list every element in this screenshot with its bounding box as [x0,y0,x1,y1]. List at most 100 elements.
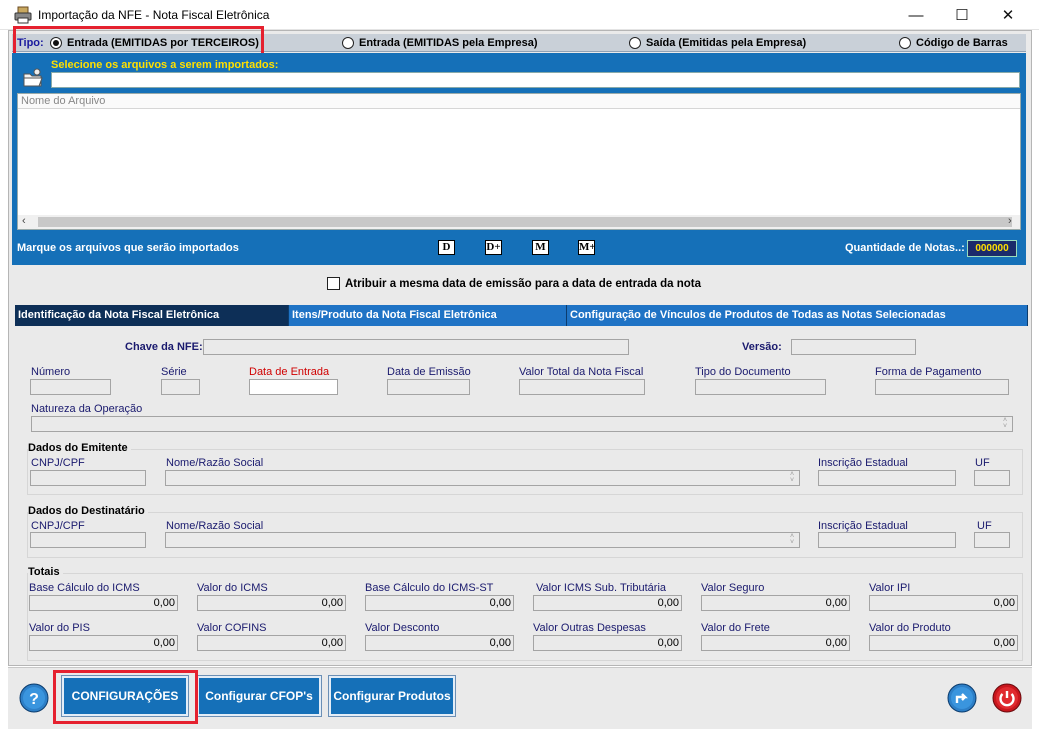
total-value-field[interactable]: 0,00 [701,635,850,651]
emitente-nome-field[interactable]: ˄ ˅ [165,470,800,486]
versao-field[interactable] [791,339,916,355]
natureza-scroll-stepper[interactable]: ˄ ˅ [999,417,1011,430]
configurar-produtos-button[interactable]: Configurar Produtos [328,675,456,717]
tab-bar: Identificação da Nota Fiscal Eletrônica … [15,305,1028,326]
tipo-documento-label: Tipo do Documento [695,366,791,378]
total-label: Valor ICMS Sub. Tributária [536,582,667,594]
tab-configuracao-vinculos[interactable]: Configuração de Vínculos de Produtos de … [567,305,1028,326]
destinatario-nome-field[interactable]: ˄ ˅ [165,532,800,548]
emitente-cnpj-field[interactable] [30,470,146,486]
destinatario-cnpj-field[interactable] [30,532,146,548]
svg-text:?: ? [29,691,39,708]
destinatario-uf-field[interactable] [974,532,1010,548]
destinatario-cnpj-label: CNPJ/CPF [31,520,85,532]
close-button[interactable]: ✕ [985,0,1031,30]
marcar-todos-button[interactable]: M+ [578,240,596,255]
destinatario-ie-label: Inscrição Estadual [818,520,908,532]
radio-indicator[interactable] [342,37,354,49]
scroll-right-icon[interactable]: › [1008,215,1012,227]
desmarcar-todos-button[interactable]: D+ [485,240,502,255]
emitente-ie-field[interactable] [818,470,956,486]
total-value-field[interactable]: 0,00 [29,595,178,611]
total-value-field[interactable]: 0,00 [869,635,1018,651]
data-emissao-label: Data de Emissão [387,366,471,378]
total-value-field[interactable]: 0,00 [197,635,346,651]
same-date-checkbox[interactable]: Atribuir a mesma data de emissão para a … [327,277,701,290]
total-label: Valor Seguro [701,582,765,594]
horizontal-scrollbar[interactable]: ‹ › [18,215,1020,229]
scroll-left-icon[interactable]: ‹ [22,215,26,227]
emitente-nome-stepper[interactable]: ˄ ˅ [786,471,798,484]
total-label: Valor do Frete [701,622,770,634]
data-emissao-field[interactable] [387,379,470,395]
marcar-button[interactable]: M [532,240,549,255]
tab-identificacao[interactable]: Identificação da Nota Fiscal Eletrônica [15,305,289,326]
radio-indicator[interactable] [899,37,911,49]
highlight-configuracoes [53,670,198,724]
qty-value: 000000 [967,240,1017,257]
total-value-field[interactable]: 0,00 [701,595,850,611]
total-label: Valor Outras Despesas [533,622,646,634]
radio-codigo-barras[interactable]: Código de Barras [899,37,1008,49]
total-value-field[interactable]: 0,00 [869,595,1018,611]
desmarcar-button[interactable]: D [438,240,455,255]
total-value-field[interactable]: 0,00 [197,595,346,611]
power-icon[interactable] [992,683,1022,713]
file-list-grid[interactable]: Nome do Arquivo ‹ › [17,93,1021,230]
totais-title: Totais [28,566,63,578]
total-value-field[interactable]: 0,00 [533,595,682,611]
forma-pagamento-field[interactable] [875,379,1009,395]
data-entrada-field[interactable] [249,379,338,395]
total-value-field[interactable]: 0,00 [365,595,514,611]
chave-nfe-label: Chave da NFE: [125,341,203,353]
serie-label: Série [161,366,187,378]
destinatario-nome-stepper[interactable]: ˄ ˅ [786,533,798,546]
chave-nfe-field[interactable] [203,339,629,355]
qty-label: Quantidade de Notas..: [845,242,965,254]
versao-label: Versão: [742,341,782,353]
tipo-documento-field[interactable] [695,379,826,395]
total-value-field[interactable]: 0,00 [365,635,514,651]
emitente-uf-field[interactable] [974,470,1010,486]
natureza-field[interactable]: ˄ ˅ [31,416,1013,432]
serie-field[interactable] [161,379,200,395]
total-label: Base Cálculo do ICMS [29,582,140,594]
total-label: Valor do PIS [29,622,90,634]
total-label: Valor IPI [869,582,911,594]
numero-field[interactable] [30,379,111,395]
select-files-label: Selecione os arquivos a serem importados… [51,59,279,71]
total-value-field[interactable]: 0,00 [533,635,682,651]
total-label: Valor do Produto [869,622,951,634]
destinatario-uf-label: UF [977,520,992,532]
destinatario-ie-field[interactable] [818,532,956,548]
total-label: Valor COFINS [197,622,267,634]
destinatario-nome-label: Nome/Razão Social [166,520,264,532]
radio-saida-empresa[interactable]: Saída (Emitidas pela Empresa) [629,37,806,49]
total-label: Base Cálculo do ICMS-ST [365,582,494,594]
emitente-uf-label: UF [975,457,990,469]
app-printer-icon [14,6,32,24]
tab-itens-produto[interactable]: Itens/Produto da Nota Fiscal Eletrônica [289,305,567,326]
help-icon[interactable]: ? [19,683,49,713]
emitente-title: Dados do Emitente [28,442,131,454]
file-path-input[interactable] [51,72,1020,88]
return-icon[interactable] [947,683,977,713]
maximize-button[interactable]: ☐ [939,0,985,30]
scroll-thumb[interactable] [38,217,1012,227]
window-title: Importação da NFE - Nota Fiscal Eletrôni… [38,8,270,22]
total-value-field[interactable]: 0,00 [29,635,178,651]
data-entrada-label: Data de Entrada [249,366,330,378]
valor-total-label: Valor Total da Nota Fiscal [519,366,644,378]
mark-files-label: Marque os arquivos que serão importados [17,242,239,254]
radio-indicator[interactable] [629,37,641,49]
radio-entrada-empresa[interactable]: Entrada (EMITIDAS pela Empresa) [342,37,538,49]
emitente-cnpj-label: CNPJ/CPF [31,457,85,469]
minimize-button[interactable]: — [893,0,939,30]
configurar-cfop-button[interactable]: Configurar CFOP's [196,675,322,717]
folder-open-icon[interactable] [22,68,44,88]
emitente-ie-label: Inscrição Estadual [818,457,908,469]
valor-total-field[interactable] [519,379,645,395]
column-header-nome-arquivo[interactable]: Nome do Arquivo [18,94,1020,109]
emitente-nome-label: Nome/Razão Social [166,457,264,469]
checkbox-box[interactable] [327,277,340,290]
